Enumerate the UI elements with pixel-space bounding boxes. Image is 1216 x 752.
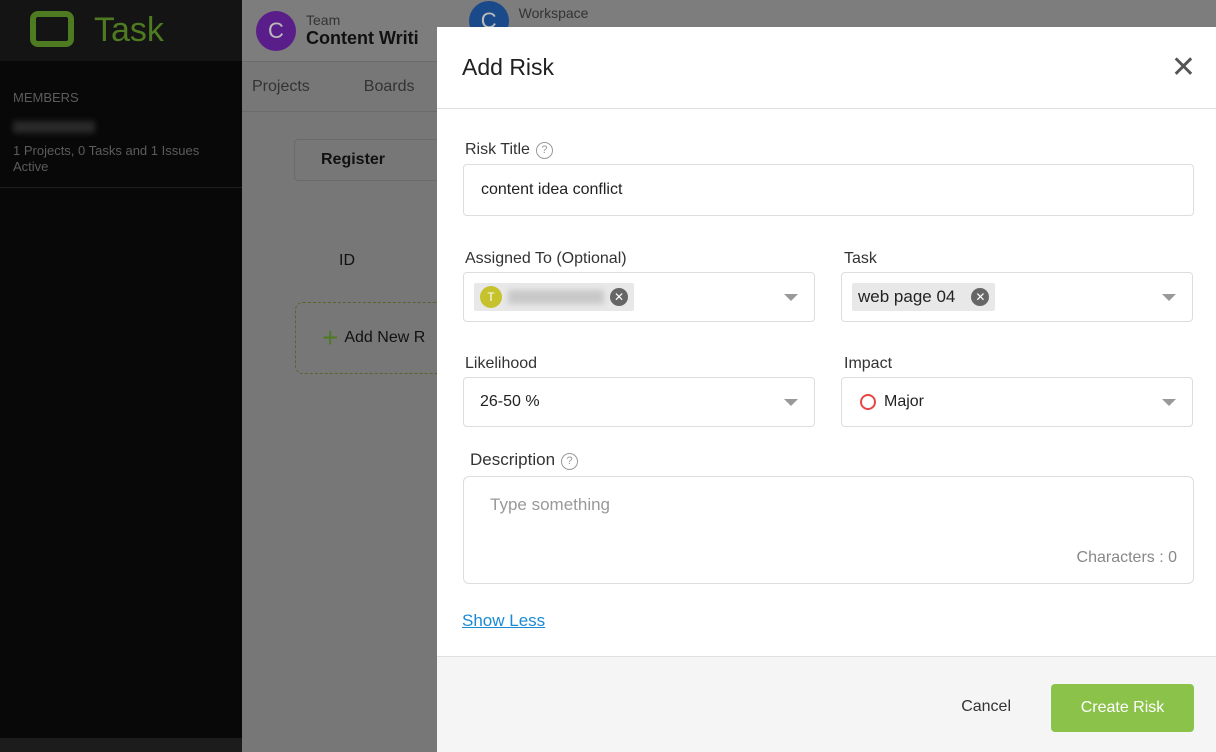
task-chip: web page 04 ✕ bbox=[852, 283, 996, 311]
create-risk-button[interactable]: Create Risk bbox=[1051, 684, 1194, 732]
id-column-header: ID bbox=[339, 252, 355, 269]
dialog-footer: Cancel Create Risk bbox=[437, 656, 1216, 752]
tab-boards[interactable]: Boards bbox=[364, 78, 415, 96]
cancel-button[interactable]: Cancel bbox=[961, 698, 1011, 716]
task-label: Task bbox=[844, 250, 877, 267]
assigned-to-label: Assigned To (Optional) bbox=[465, 250, 627, 267]
description-placeholder: Type something bbox=[490, 495, 611, 514]
member-info: 1 Projects, 0 Tasks and 1 Issues Active bbox=[13, 143, 200, 174]
members-heading: MEMBERS bbox=[13, 90, 79, 105]
assignee-chip: T ✕ bbox=[474, 283, 634, 311]
workspace-label[interactable]: Workspace bbox=[519, 5, 589, 21]
risk-title-label: Risk Title? bbox=[465, 141, 553, 159]
likelihood-label: Likelihood bbox=[465, 355, 538, 372]
add-new-label: Add New R bbox=[344, 329, 426, 346]
assignee-name-blurred bbox=[508, 290, 604, 304]
show-less-link[interactable]: Show Less bbox=[462, 611, 545, 631]
dialog-title: Add Risk bbox=[462, 54, 555, 80]
task-select[interactable]: web page 04 ✕ bbox=[841, 272, 1193, 322]
plus-icon: + bbox=[322, 322, 339, 353]
description-label: Description? bbox=[470, 450, 579, 470]
member-name-blurred[interactable] bbox=[13, 121, 95, 133]
chevron-down-icon[interactable] bbox=[784, 294, 798, 301]
impact-select[interactable]: Major bbox=[841, 377, 1193, 427]
tab-projects[interactable]: Projects bbox=[252, 78, 310, 96]
sidebar: Task MEMBERS 1 Projects, 0 Tasks and 1 I… bbox=[0, 0, 242, 752]
chevron-down-icon[interactable] bbox=[1162, 399, 1176, 406]
register-tab[interactable]: Register bbox=[294, 139, 454, 181]
remove-assignee-icon[interactable]: ✕ bbox=[610, 288, 628, 306]
help-icon[interactable]: ? bbox=[561, 453, 579, 470]
impact-value: Major bbox=[884, 393, 925, 410]
impact-label: Impact bbox=[844, 355, 893, 372]
team-selector[interactable]: Team Content Writi bbox=[306, 12, 419, 49]
add-new-risk-button[interactable]: + Add New R bbox=[295, 302, 455, 374]
description-textarea[interactable]: Type something Characters : 0 bbox=[463, 476, 1194, 584]
add-risk-dialog: Add Risk ✕ Risk Title? content idea conf… bbox=[437, 27, 1216, 752]
sidebar-footer bbox=[0, 738, 242, 752]
remove-task-icon[interactable]: ✕ bbox=[971, 288, 990, 306]
team-label: Team bbox=[306, 12, 341, 28]
task-chip-label: web page 04 bbox=[858, 287, 956, 306]
logo-mark-icon bbox=[30, 11, 74, 47]
help-icon[interactable]: ? bbox=[535, 142, 553, 159]
assignee-avatar: T bbox=[480, 286, 502, 308]
chevron-down-icon[interactable] bbox=[1162, 294, 1176, 301]
team-name: Content Writi bbox=[306, 28, 419, 48]
risk-title-input[interactable]: content idea conflict bbox=[463, 164, 1194, 216]
likelihood-select[interactable]: 26-50 % bbox=[463, 377, 815, 427]
team-avatar[interactable]: C bbox=[256, 10, 296, 51]
likelihood-value: 26-50 % bbox=[480, 393, 540, 410]
character-count: Characters : 0 bbox=[1076, 549, 1177, 566]
impact-major-icon bbox=[860, 394, 876, 410]
chevron-down-icon[interactable] bbox=[784, 399, 798, 406]
close-icon[interactable]: ✕ bbox=[1171, 53, 1196, 83]
assigned-to-select[interactable]: T ✕ bbox=[463, 272, 815, 322]
